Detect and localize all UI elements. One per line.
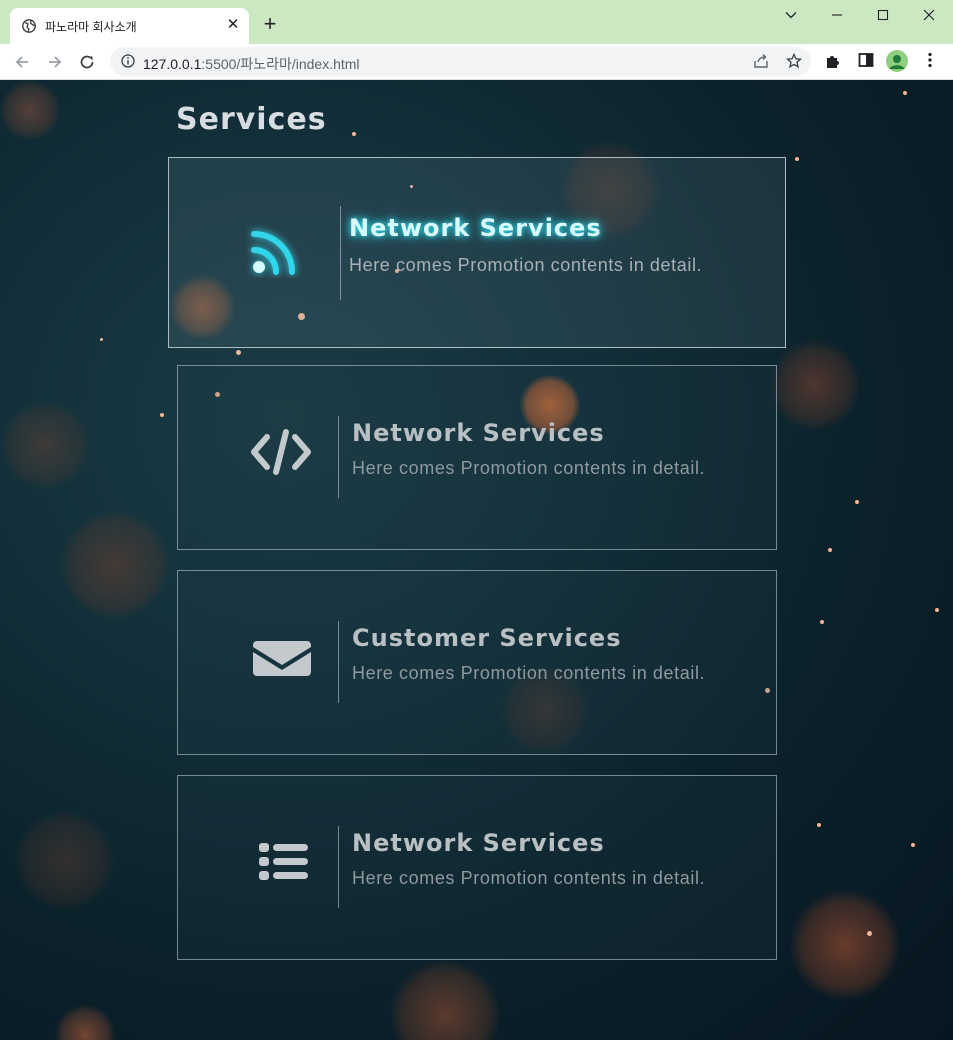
spark-decoration [828, 548, 832, 552]
tab-title: 파노라마 회사소개 [45, 20, 137, 34]
address-url: 127.0.0.1:5500/파노라마/index.html [143, 54, 360, 74]
spark-decoration [795, 157, 799, 161]
card-title: Customer Services [352, 624, 622, 652]
maximize-icon[interactable] [868, 4, 898, 26]
code-icon [251, 422, 311, 482]
card-description: Here comes Promotion contents in detail. [352, 663, 706, 683]
service-card-2[interactable]: Network Services Here comes Promotion co… [177, 365, 777, 550]
spark-decoration [935, 608, 939, 612]
service-card-3[interactable]: Customer Services Here comes Promotion c… [177, 570, 777, 755]
profile-avatar-icon[interactable] [886, 50, 908, 72]
card-title: Network Services [349, 214, 602, 242]
card-description: Here comes Promotion contents in detail. [352, 868, 706, 888]
spark-decoration [867, 931, 872, 936]
browser-tab-strip: 파노라마 회사소개 ✕ + [0, 0, 953, 44]
window-close-icon[interactable] [914, 4, 944, 26]
reload-icon[interactable] [75, 50, 99, 74]
card-divider [338, 416, 339, 498]
list-icon [252, 832, 312, 892]
spark-decoration [160, 413, 164, 417]
card-divider [338, 621, 339, 703]
bokeh-decoration [790, 890, 900, 1000]
card-divider [338, 826, 339, 908]
spark-decoration [903, 91, 907, 95]
url-host: 127.0.0.1 [143, 56, 202, 72]
bookmark-star-icon[interactable] [785, 52, 803, 69]
spark-decoration [855, 500, 859, 504]
spark-decoration [911, 843, 915, 847]
share-icon[interactable] [753, 53, 769, 69]
browser-tab[interactable]: 파노라마 회사소개 ✕ [10, 8, 249, 44]
service-card-1[interactable]: Network Services Here comes Promotion co… [168, 157, 786, 348]
spark-decoration [236, 350, 241, 355]
spark-decoration [820, 620, 824, 624]
url-path: :5500/파노라마/index.html [201, 56, 360, 72]
spark-decoration [817, 823, 821, 827]
card-description: Here comes Promotion contents in detail. [349, 255, 703, 275]
envelope-icon [252, 627, 312, 687]
bokeh-decoration [15, 810, 115, 910]
new-tab-button[interactable]: + [259, 13, 281, 35]
bokeh-decoration [0, 80, 60, 140]
browser-toolbar: 127.0.0.1:5500/파노라마/index.html [0, 44, 953, 80]
bokeh-decoration [60, 510, 170, 620]
card-description: Here comes Promotion contents in detail. [352, 458, 706, 478]
page-title: Services [176, 102, 327, 137]
extensions-puzzle-icon[interactable] [823, 52, 843, 72]
minimize-icon[interactable] [822, 4, 852, 26]
spark-decoration [352, 132, 356, 136]
more-menu-icon[interactable] [920, 52, 940, 72]
address-bar[interactable]: 127.0.0.1:5500/파노라마/index.html [110, 47, 811, 76]
rss-icon [246, 218, 306, 278]
forward-arrow-icon[interactable] [43, 50, 67, 74]
globe-icon [22, 19, 36, 33]
bokeh-decoration [390, 960, 500, 1040]
spark-decoration [100, 338, 103, 341]
bokeh-decoration [770, 340, 860, 430]
bokeh-decoration [55, 1005, 115, 1040]
side-panel-icon[interactable] [856, 52, 876, 72]
card-title: Network Services [352, 829, 605, 857]
tab-search-chevron-icon[interactable] [776, 4, 806, 26]
service-card-4[interactable]: Network Services Here comes Promotion co… [177, 775, 777, 960]
card-divider [340, 206, 341, 300]
site-info-icon[interactable] [121, 54, 135, 68]
card-title: Network Services [352, 419, 605, 447]
bokeh-decoration [0, 400, 90, 490]
back-arrow-icon[interactable] [10, 50, 34, 74]
page-viewport: Services Network Services Here comes Pro… [0, 80, 953, 1040]
tab-close-icon[interactable]: ✕ [224, 16, 242, 34]
